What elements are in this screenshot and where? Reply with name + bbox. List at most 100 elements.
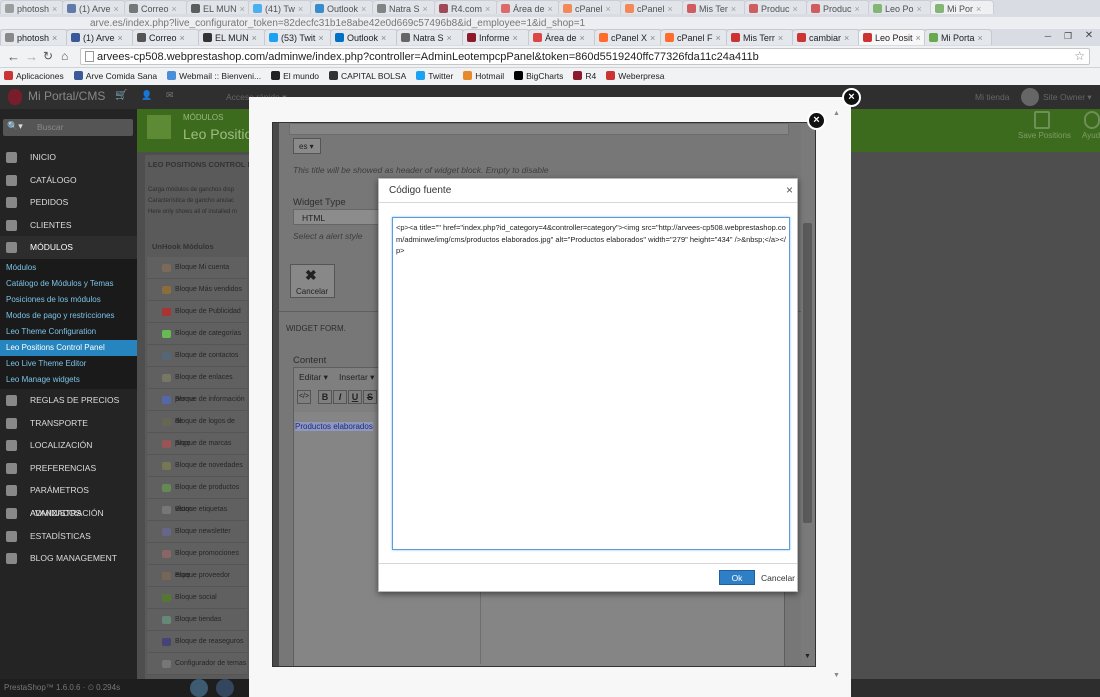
tab-close-icon[interactable]: × — [716, 33, 721, 43]
submenu-item[interactable]: Leo Manage widgets — [0, 372, 137, 388]
strikethrough-icon[interactable]: S — [363, 390, 377, 404]
tab-close-icon[interactable]: × — [447, 33, 452, 43]
tab-close-icon[interactable]: × — [485, 4, 490, 14]
source-textarea[interactable]: <p><a title="" href="index.php?id_catego… — [392, 217, 790, 550]
menu-item[interactable]: PARÁMETROS AVANZADOS — [0, 479, 137, 518]
tab-close-icon[interactable]: × — [580, 33, 585, 43]
menu-item[interactable]: CATÁLOGO — [0, 169, 137, 192]
tab-close-icon[interactable]: × — [731, 4, 736, 14]
tab-close-icon[interactable]: × — [180, 33, 185, 43]
twitter-icon[interactable] — [190, 679, 208, 697]
maximize-icon[interactable]: ❐ — [1059, 31, 1077, 41]
module-item[interactable]: Bloque newsletter — [147, 521, 247, 543]
search-box[interactable]: 🔍▾ Buscar — [3, 119, 133, 136]
tab-close-icon[interactable]: × — [361, 4, 366, 14]
close-iframe-icon[interactable]: × — [807, 111, 826, 130]
cancel-button[interactable]: Cancelar — [761, 573, 795, 583]
tab-9[interactable]: Área de × — [528, 29, 596, 45]
tab-15[interactable]: Mi Porta × — [924, 29, 992, 45]
module-item[interactable]: Bloque de novedades — [147, 455, 247, 477]
bookmark-item[interactable]: El mundo — [271, 71, 319, 81]
tab-3[interactable]: Correo × — [124, 0, 188, 14]
menu-item[interactable]: PREFERENCIAS — [0, 457, 137, 480]
bookmark-item[interactable]: Hotmail — [463, 71, 504, 81]
ok-button[interactable]: Ok — [719, 570, 755, 585]
title-field[interactable] — [289, 123, 789, 135]
tab-close-icon[interactable]: × — [778, 33, 783, 43]
module-item[interactable]: Bloque de información de — [147, 389, 247, 425]
submenu-item[interactable]: Leo Live Theme Editor — [0, 356, 137, 372]
module-item[interactable]: Bloque de reaseguros — [147, 631, 247, 653]
menu-item[interactable]: TRANSPORTE — [0, 412, 137, 435]
tab-11[interactable]: cPanel × — [620, 0, 684, 14]
bookmark-item[interactable]: R4 — [573, 71, 596, 81]
modal-scroll-down-icon[interactable]: ▼ — [833, 672, 840, 679]
module-item[interactable]: Bloque Más vendidos — [147, 279, 247, 301]
module-item[interactable]: Configurador de temas — [147, 653, 247, 675]
tab-close-icon[interactable]: × — [52, 4, 57, 14]
tab-12[interactable]: Mis Terr × — [726, 29, 794, 45]
submenu-item[interactable]: Leo Positions Control Panel — [0, 339, 137, 356]
editor-link-text[interactable]: Productos elaborados — [295, 422, 373, 431]
tab-close-icon[interactable]: × — [916, 33, 921, 43]
tab-6[interactable]: Outlook × — [310, 0, 374, 14]
tab-2[interactable]: (1) Arve × — [66, 29, 134, 45]
lang-select[interactable]: es ▾ — [293, 138, 321, 154]
module-item[interactable]: Bloque proveedor — [147, 565, 247, 587]
menu-item[interactable]: INICIO — [0, 146, 137, 169]
minimize-icon[interactable]: ─ — [1039, 31, 1057, 41]
tab-5[interactable]: (41) Tw × — [248, 0, 312, 14]
menu-item[interactable]: ADMINISTRACIÓN — [0, 502, 137, 525]
widget-type-select[interactable]: HTML — [293, 209, 381, 225]
tab-14[interactable]: Leo Posit × — [858, 29, 926, 45]
tab-7[interactable]: Natra S × — [396, 29, 464, 45]
forward-icon[interactable]: → — [25, 49, 38, 64]
tab-9[interactable]: Área de × — [496, 0, 560, 14]
source-code-text[interactable]: <p><a title="" href="index.php?id_catego… — [396, 222, 786, 257]
menu-item[interactable]: BLOG MANAGEMENT — [0, 547, 137, 570]
user-menu[interactable]: Site Owner ▾ — [1043, 92, 1092, 103]
tab-close-icon[interactable]: × — [668, 4, 673, 14]
tab-close-icon[interactable]: × — [423, 4, 428, 14]
tab-1[interactable]: photosh × — [0, 29, 68, 45]
menu-item[interactable]: MÓDULOS — [0, 236, 137, 259]
tab-close-icon[interactable]: × — [252, 33, 257, 43]
module-item[interactable]: Bloque de productos vistos — [147, 477, 247, 513]
tab-4[interactable]: EL MUN × — [198, 29, 266, 45]
tab-close-icon[interactable]: × — [381, 33, 386, 43]
bookmark-item[interactable]: Arve Comida Sana — [73, 71, 157, 81]
tab-close-icon[interactable]: × — [844, 33, 849, 43]
module-item[interactable]: Bloque promociones espe — [147, 543, 247, 579]
reload-icon[interactable]: ↻ — [43, 49, 53, 63]
url-field[interactable]: arvees-cp508.webprestashop.com/adminwe/i… — [80, 48, 1090, 65]
bookmark-item[interactable]: Twitter — [416, 71, 453, 81]
cart-icon[interactable]: 🛒 — [115, 90, 127, 101]
bookmark-item[interactable]: Aplicaciones — [4, 71, 64, 81]
tab-6[interactable]: Outlook × — [330, 29, 398, 45]
module-item[interactable]: Bloque de Publicidad — [147, 301, 247, 323]
underline-icon[interactable]: U — [348, 390, 362, 404]
tab-4[interactable]: EL MUN × — [186, 0, 250, 14]
tab-15[interactable]: Leo Po × — [868, 0, 932, 14]
menu-item[interactable]: CLIENTES — [0, 214, 137, 237]
tab-10[interactable]: cPanel X × — [594, 29, 662, 45]
dialog-close-icon[interactable]: × — [786, 183, 793, 197]
submenu-item[interactable]: Módulos — [0, 260, 137, 276]
tab-close-icon[interactable]: × — [172, 4, 177, 14]
tab-1[interactable]: photosh × — [0, 0, 64, 14]
tab-close-icon[interactable]: × — [978, 33, 983, 43]
submenu-item[interactable]: Leo Theme Configuration — [0, 324, 137, 340]
help-icon[interactable] — [1084, 111, 1100, 129]
tab-close-icon[interactable]: × — [606, 4, 611, 14]
tab-11[interactable]: cPanel F × — [660, 29, 728, 45]
module-item[interactable]: Bloque de categorías — [147, 323, 247, 345]
star-icon[interactable]: ☆ — [1074, 49, 1085, 63]
admin-brand[interactable]: Mi Portal/CMS — [28, 89, 105, 103]
submenu-item[interactable]: Posiciones de los módulos — [0, 292, 137, 308]
bookmark-item[interactable]: Webmail :: Bienveni... — [167, 71, 261, 81]
menu-item[interactable]: ESTADÍSTICAS — [0, 525, 137, 548]
tab-8[interactable]: Informe × — [462, 29, 530, 45]
tab-10[interactable]: cPanel × — [558, 0, 622, 14]
tab-close-icon[interactable]: × — [513, 33, 518, 43]
tab-close-icon[interactable]: × — [318, 33, 323, 43]
